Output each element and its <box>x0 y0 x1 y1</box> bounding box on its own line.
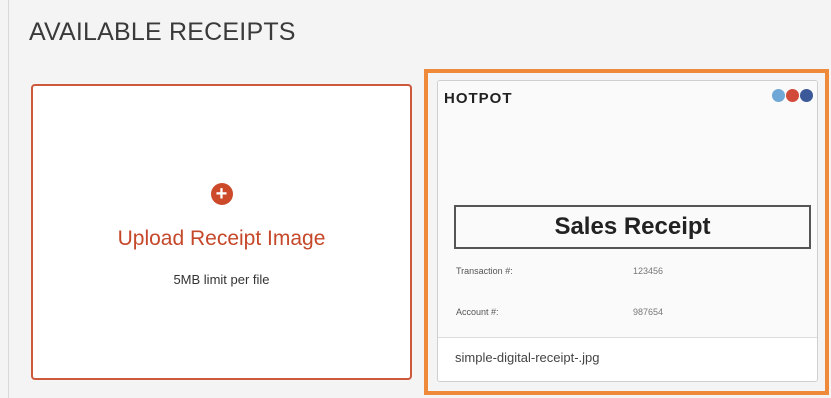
receipt-filename-bar: simple-digital-receipt-.jpg <box>438 337 817 381</box>
receipt-filename: simple-digital-receipt-.jpg <box>455 350 600 365</box>
receipt-row-value: 123456 <box>633 266 664 276</box>
twitter-icon <box>772 89 785 102</box>
social-icons <box>772 89 813 102</box>
receipt-row-label: Account #: <box>456 307 499 317</box>
page-title: AVAILABLE RECEIPTS <box>29 18 296 46</box>
receipt-store-name: HOTPOT <box>444 90 513 107</box>
google-icon <box>786 89 799 102</box>
receipt-row-value: 987654 <box>633 307 664 317</box>
receipt-card[interactable]: HOTPOT Sales Receipt Transaction #: 1234… <box>437 80 818 382</box>
upload-receipt-label: Upload Receipt Image <box>117 227 326 250</box>
plus-circle-icon: + <box>210 183 233 205</box>
facebook-icon <box>800 89 813 102</box>
receipt-thumbnail[interactable]: HOTPOT Sales Receipt Transaction #: 1234… <box>438 81 817 338</box>
upload-limit-text: 5MB limit per file <box>173 272 270 287</box>
receipt-title: Sales Receipt <box>454 205 811 249</box>
upload-receipt-card[interactable]: + Upload Receipt Image 5MB limit per fil… <box>31 84 412 380</box>
receipt-row-label: Transaction #: <box>456 266 513 276</box>
